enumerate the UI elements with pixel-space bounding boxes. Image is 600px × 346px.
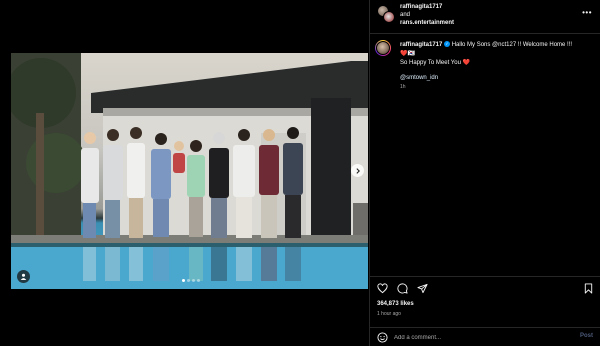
post-comment-button[interactable]: Post bbox=[580, 333, 593, 339]
caption-mention[interactable]: @smtown_idn bbox=[400, 74, 595, 83]
action-icons bbox=[377, 283, 428, 294]
coauthor-link[interactable]: rans.entertainment bbox=[400, 19, 454, 27]
post-details-panel: raffinagita1717 and rans.entertainment •… bbox=[369, 0, 600, 346]
next-slide-button[interactable] bbox=[351, 164, 364, 177]
comment-input[interactable] bbox=[394, 333, 564, 343]
post-photo[interactable] bbox=[11, 53, 368, 289]
tagged-users-button[interactable] bbox=[17, 270, 30, 283]
caption-username[interactable]: raffinagita1717 bbox=[400, 42, 442, 48]
bookmark-icon[interactable] bbox=[583, 283, 594, 294]
carousel-dot bbox=[187, 279, 190, 282]
more-options-button[interactable]: ••• bbox=[582, 8, 592, 17]
carousel-dot bbox=[197, 279, 200, 282]
carousel-dot bbox=[192, 279, 195, 282]
comment-bar: Post bbox=[370, 327, 600, 346]
caption-body: raffinagita1717 ✓ Hallo My Sons @nct127 … bbox=[400, 41, 595, 92]
heart-icon[interactable] bbox=[377, 283, 388, 294]
emoji-icon[interactable] bbox=[377, 332, 388, 343]
author-link[interactable]: raffinagita1717 bbox=[400, 3, 454, 11]
verified-badge-icon: ✓ bbox=[444, 41, 451, 48]
post-header: raffinagita1717 and rans.entertainment •… bbox=[370, 0, 600, 34]
media-area bbox=[0, 0, 369, 346]
author-joiner: and bbox=[400, 12, 411, 18]
caption-line: So Happy To Meet You ❤️ bbox=[400, 60, 471, 66]
share-icon[interactable] bbox=[417, 283, 428, 294]
post-timestamp[interactable]: 1 hour ago bbox=[377, 311, 401, 317]
caption-text: Hallo My Sons @nct127 !! Welcome Home !!… bbox=[451, 42, 573, 48]
comment-icon[interactable] bbox=[397, 283, 408, 294]
collab-avatars[interactable] bbox=[377, 5, 395, 23]
user-tag-icon bbox=[20, 273, 27, 280]
avatar bbox=[383, 11, 395, 23]
action-section: 364,873 likes 1 hour ago Post bbox=[370, 276, 600, 346]
chevron-right-icon bbox=[355, 167, 360, 174]
carousel-dot bbox=[182, 279, 185, 282]
caption-time: 1h bbox=[400, 84, 406, 90]
carousel-indicator bbox=[182, 279, 200, 282]
caption-emoji-line: ❤️🇰🇷 bbox=[400, 51, 415, 57]
like-count[interactable]: 364,873 likes bbox=[377, 301, 414, 307]
caption-avatar[interactable] bbox=[375, 40, 391, 56]
post-authors: raffinagita1717 and rans.entertainment bbox=[400, 3, 454, 27]
